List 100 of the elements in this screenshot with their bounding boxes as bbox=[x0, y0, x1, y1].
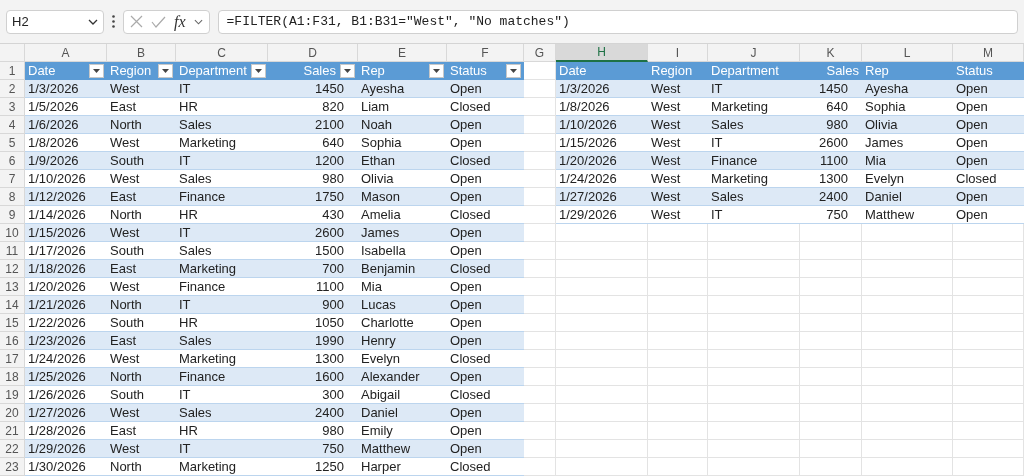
empty-cell[interactable] bbox=[556, 404, 648, 422]
column-header[interactable]: E bbox=[358, 44, 447, 62]
row-header[interactable]: 18 bbox=[0, 368, 25, 386]
row-header[interactable]: 1 bbox=[0, 62, 25, 80]
empty-cell[interactable] bbox=[556, 296, 648, 314]
empty-cell[interactable] bbox=[862, 458, 953, 476]
row-header[interactable]: 20 bbox=[0, 404, 25, 422]
empty-cell[interactable] bbox=[556, 224, 648, 242]
row-header[interactable]: 10 bbox=[0, 224, 25, 242]
empty-cell[interactable] bbox=[556, 350, 648, 368]
empty-cell[interactable] bbox=[800, 440, 862, 458]
empty-cell[interactable] bbox=[708, 278, 800, 296]
empty-cell[interactable] bbox=[953, 332, 1024, 350]
filter-dropdown-button[interactable] bbox=[340, 64, 355, 78]
empty-cell[interactable] bbox=[953, 458, 1024, 476]
empty-cell[interactable] bbox=[953, 260, 1024, 278]
empty-cell[interactable] bbox=[556, 422, 648, 440]
empty-cell[interactable] bbox=[708, 440, 800, 458]
column-header[interactable]: H bbox=[556, 44, 648, 62]
empty-cell[interactable] bbox=[953, 242, 1024, 260]
empty-cell[interactable] bbox=[862, 404, 953, 422]
column-header[interactable]: A bbox=[25, 44, 107, 62]
column-header[interactable]: G bbox=[524, 44, 556, 62]
empty-cell[interactable] bbox=[556, 314, 648, 332]
empty-cell[interactable] bbox=[556, 332, 648, 350]
name-box[interactable]: H2 bbox=[6, 9, 104, 34]
row-header[interactable]: 13 bbox=[0, 278, 25, 296]
column-header[interactable]: L bbox=[862, 44, 953, 62]
empty-cell[interactable] bbox=[708, 404, 800, 422]
empty-cell[interactable] bbox=[862, 368, 953, 386]
empty-cell[interactable] bbox=[556, 386, 648, 404]
empty-cell[interactable] bbox=[648, 368, 708, 386]
row-header[interactable]: 16 bbox=[0, 332, 25, 350]
empty-cell[interactable] bbox=[800, 314, 862, 332]
empty-cell[interactable] bbox=[648, 278, 708, 296]
empty-cell[interactable] bbox=[800, 368, 862, 386]
empty-cell[interactable] bbox=[862, 440, 953, 458]
row-header[interactable]: 7 bbox=[0, 170, 25, 188]
empty-cell[interactable] bbox=[800, 224, 862, 242]
empty-cell[interactable] bbox=[708, 386, 800, 404]
row-header[interactable]: 2 bbox=[0, 80, 25, 98]
column-header[interactable]: M bbox=[953, 44, 1024, 62]
column-header[interactable]: J bbox=[708, 44, 800, 62]
filter-dropdown-button[interactable] bbox=[506, 64, 521, 78]
filter-dropdown-button[interactable] bbox=[89, 64, 104, 78]
row-header[interactable]: 12 bbox=[0, 260, 25, 278]
column-header[interactable]: F bbox=[447, 44, 524, 62]
empty-cell[interactable] bbox=[648, 422, 708, 440]
empty-cell[interactable] bbox=[648, 350, 708, 368]
empty-cell[interactable] bbox=[953, 404, 1024, 422]
empty-cell[interactable] bbox=[708, 260, 800, 278]
empty-cell[interactable] bbox=[800, 332, 862, 350]
filter-dropdown-button[interactable] bbox=[429, 64, 444, 78]
row-header[interactable]: 5 bbox=[0, 134, 25, 152]
empty-cell[interactable] bbox=[648, 296, 708, 314]
row-header[interactable]: 3 bbox=[0, 98, 25, 116]
column-header[interactable]: B bbox=[107, 44, 176, 62]
empty-cell[interactable] bbox=[953, 224, 1024, 242]
empty-cell[interactable] bbox=[708, 314, 800, 332]
cancel-icon[interactable] bbox=[130, 15, 143, 28]
empty-cell[interactable] bbox=[800, 260, 862, 278]
empty-cell[interactable] bbox=[556, 242, 648, 260]
empty-cell[interactable] bbox=[862, 314, 953, 332]
column-header[interactable]: K bbox=[800, 44, 862, 62]
empty-cell[interactable] bbox=[556, 260, 648, 278]
empty-cell[interactable] bbox=[862, 224, 953, 242]
empty-cell[interactable] bbox=[556, 278, 648, 296]
empty-cell[interactable] bbox=[800, 458, 862, 476]
empty-cell[interactable] bbox=[800, 422, 862, 440]
empty-cell[interactable] bbox=[862, 260, 953, 278]
empty-cell[interactable] bbox=[648, 224, 708, 242]
empty-cell[interactable] bbox=[708, 458, 800, 476]
empty-cell[interactable] bbox=[953, 368, 1024, 386]
empty-cell[interactable] bbox=[708, 296, 800, 314]
empty-cell[interactable] bbox=[953, 296, 1024, 314]
insert-function-button[interactable]: fx bbox=[174, 9, 186, 34]
empty-cell[interactable] bbox=[648, 332, 708, 350]
empty-cell[interactable] bbox=[953, 440, 1024, 458]
empty-cell[interactable] bbox=[862, 386, 953, 404]
empty-cell[interactable] bbox=[556, 458, 648, 476]
empty-cell[interactable] bbox=[708, 332, 800, 350]
row-header[interactable]: 14 bbox=[0, 296, 25, 314]
empty-cell[interactable] bbox=[862, 296, 953, 314]
empty-cell[interactable] bbox=[800, 350, 862, 368]
empty-cell[interactable] bbox=[953, 350, 1024, 368]
column-header[interactable]: D bbox=[268, 44, 358, 62]
empty-cell[interactable] bbox=[648, 458, 708, 476]
empty-cell[interactable] bbox=[708, 350, 800, 368]
row-header[interactable]: 9 bbox=[0, 206, 25, 224]
empty-cell[interactable] bbox=[648, 242, 708, 260]
formula-field[interactable]: =FILTER(A1:F31, B1:B31="West", "No matches") bbox=[217, 9, 1018, 34]
empty-cell[interactable] bbox=[648, 440, 708, 458]
empty-cell[interactable] bbox=[953, 314, 1024, 332]
empty-cell[interactable] bbox=[648, 404, 708, 422]
empty-cell[interactable] bbox=[648, 314, 708, 332]
filter-dropdown-button[interactable] bbox=[158, 64, 173, 78]
empty-cell[interactable] bbox=[800, 242, 862, 260]
empty-cell[interactable] bbox=[800, 278, 862, 296]
empty-cell[interactable] bbox=[708, 224, 800, 242]
check-icon[interactable] bbox=[151, 15, 166, 28]
